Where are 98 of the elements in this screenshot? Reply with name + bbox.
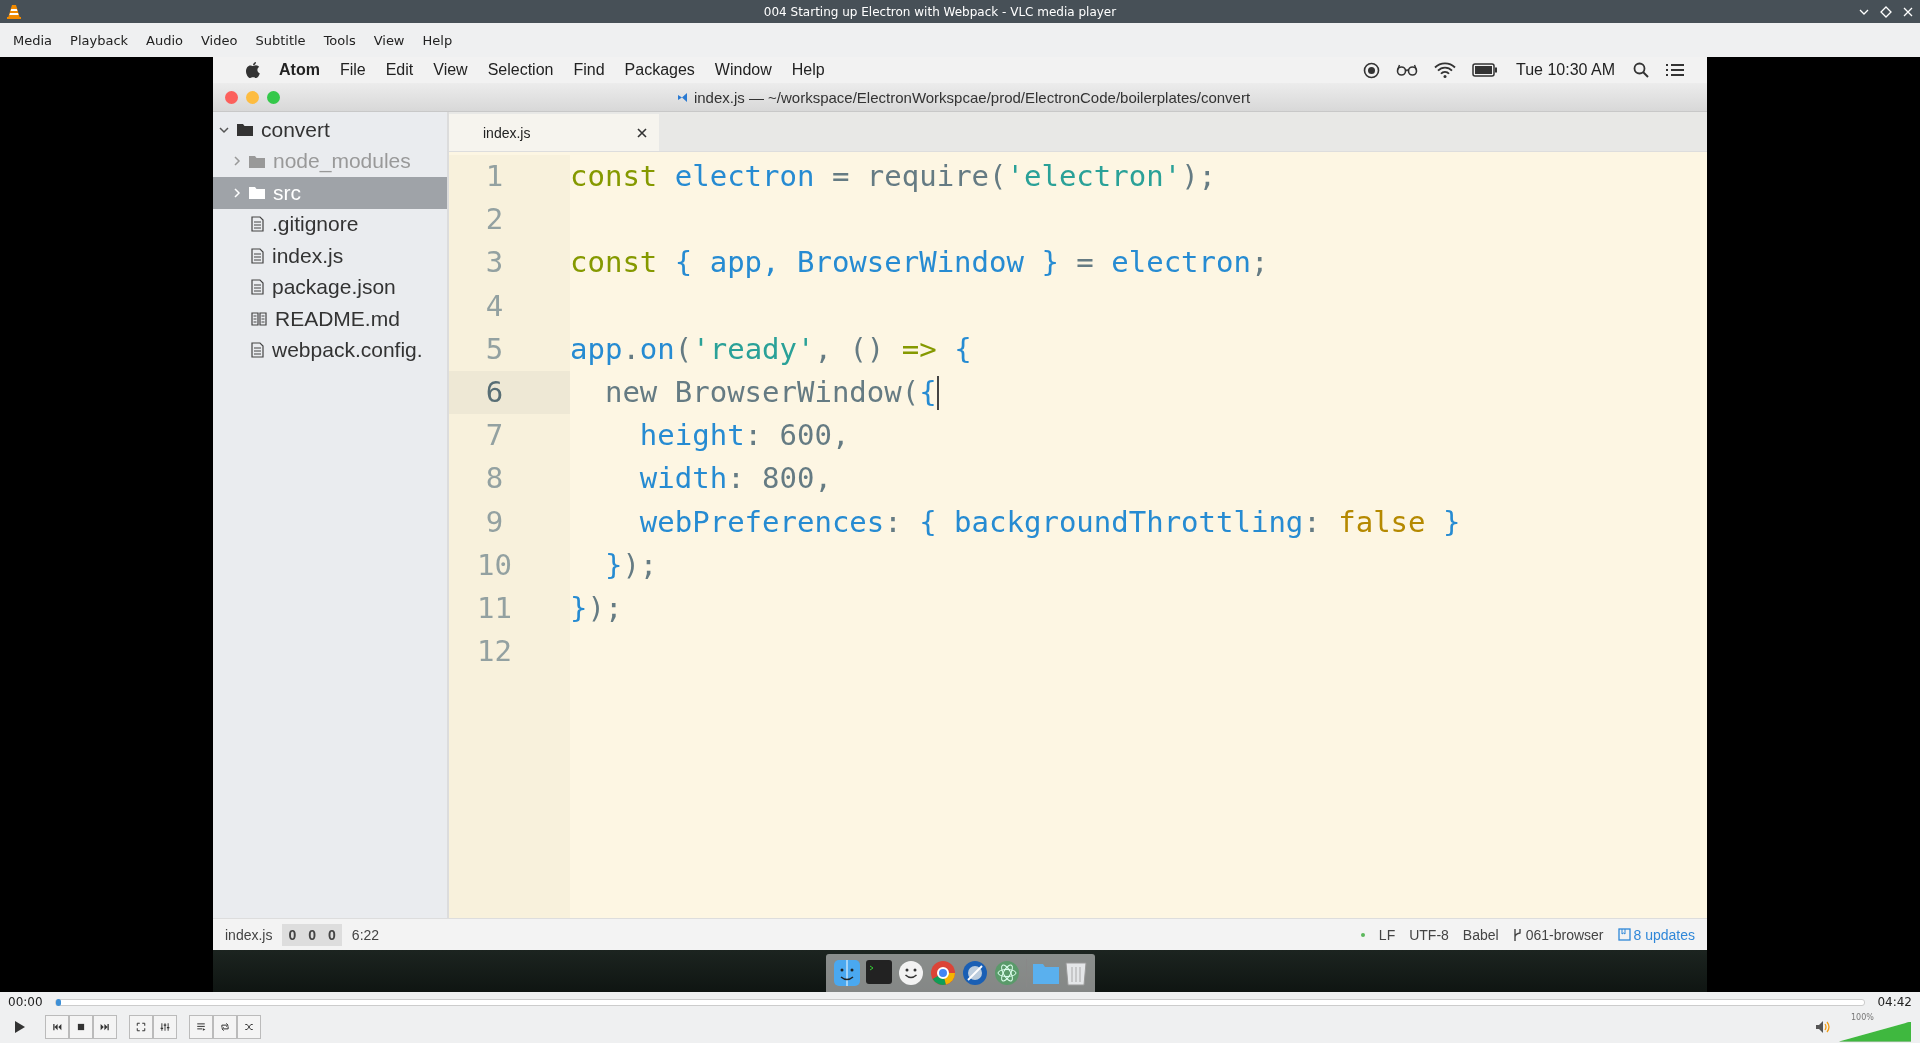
browser-wheel-icon[interactable] [929,960,956,986]
menu-item[interactable]: Window [704,61,782,79]
menu-item[interactable]: Subtitle [246,32,315,48]
line-number: 12 [476,633,513,671]
git-branch[interactable]: 061-browser [1512,926,1604,943]
code-line: }); [570,589,623,627]
folder-icon [249,154,265,168]
window-title: 004 Starting up Electron with Webpack - VLC media player [762,4,1118,19]
file-icon [251,247,264,264]
volume-reading: 100% [1851,1012,1874,1022]
line-number: 8 [484,460,505,498]
wifi-icon[interactable] [1433,62,1456,78]
branch-icon [1512,927,1522,942]
menu-item[interactable]: Edit [375,61,424,79]
vlc-cone-icon [6,3,22,20]
record-icon[interactable] [1362,61,1380,79]
code-line: }); [603,546,658,584]
list-icon[interactable] [1665,63,1685,77]
folder-icon [237,123,253,137]
problem-counts[interactable]: 0 0 0 [282,923,342,946]
search-icon[interactable] [1633,62,1649,78]
menu-item[interactable]: Media [4,32,62,48]
equalizer-button[interactable] [153,1015,177,1039]
code-line: const { app, BrowserWindow } = electron; [570,244,1269,282]
file-icon [251,342,264,359]
status-file-name[interactable]: index.js [225,926,273,943]
line-number: 5 [484,330,505,368]
code-line: app.on('ready', () => { [570,330,972,368]
chevron-down-icon[interactable] [219,124,229,135]
menu-item[interactable]: Help [781,61,835,79]
grammar[interactable]: Babel [1462,926,1499,943]
menu-item[interactable]: Help [413,32,462,48]
menu-item[interactable]: View [364,32,414,48]
smiling-face-app-icon[interactable] [833,960,860,986]
line-ending[interactable]: LF [1378,926,1396,943]
line-number: 3 [484,244,505,282]
smiley-icon[interactable] [897,960,924,986]
shuffle-button[interactable] [237,1015,261,1039]
total-time: 04:42 [1877,995,1912,1009]
menu-item[interactable]: Find [563,61,615,79]
folder-icon [249,186,265,200]
line-number: 7 [484,417,505,455]
battery-icon[interactable] [1471,63,1498,77]
apple-logo-icon [245,61,261,79]
file-icon [251,279,264,296]
close-icon[interactable] [637,127,647,138]
previous-button[interactable] [45,1015,69,1039]
file-icon [251,216,264,233]
code-line: height: 600, [638,417,850,455]
tree-item[interactable]: README.md [213,303,447,335]
line-number: 9 [484,503,505,541]
trash-icon[interactable] [1064,960,1087,986]
file-encoding[interactable]: UTF-8 [1409,926,1449,943]
code-line: const electron = require('electron'); [570,158,1217,195]
package-icon [1617,928,1631,941]
code-line: new BrowserWindow({ [603,373,937,411]
restore-icon[interactable] [1880,5,1892,18]
code-line: width: 800, [638,460,832,498]
stop-button[interactable] [69,1015,93,1039]
book-icon [251,311,267,326]
tree-item[interactable]: package.json [213,271,447,303]
code-file-icon [676,91,688,103]
line-number: 6 [449,370,570,415]
menu-item[interactable]: File [329,61,376,79]
line-number: 1 [484,158,505,195]
playlist-button[interactable] [189,1015,213,1039]
menu-item[interactable]: Selection [477,61,564,79]
tree-item[interactable]: webpack.config. [213,334,447,366]
glasses-icon[interactable] [1395,63,1418,77]
elapsed-time: 00:00 [8,995,43,1009]
globe-icon[interactable] [961,960,988,986]
menu-item[interactable]: Video [192,32,247,48]
next-button[interactable] [93,1015,117,1039]
line-number: 10 [476,546,513,584]
menu-item[interactable]: View [423,61,478,79]
loop-button[interactable] [213,1015,237,1039]
menu-item[interactable]: Atom [269,61,330,79]
status-dot [1360,932,1365,937]
window-title: index.js — ~/workspace/ElectronWorkspcae/prod/ElectronCode/boilerplates/convert [693,88,1251,106]
clock-text: Tue 10:30 AM [1514,61,1616,79]
tree-item[interactable]: .gitignore [213,208,447,240]
updates-link[interactable]: 8 updates [1617,926,1695,943]
menu-item[interactable]: Audio [137,32,192,48]
menu-item[interactable]: Tools [314,32,365,48]
cursor-position[interactable]: 6:22 [351,926,380,943]
folder-name[interactable]: convert [261,117,330,142]
terminal-icon[interactable] [865,960,892,986]
speaker-icon[interactable] [1815,1019,1831,1035]
line-number: 11 [476,589,513,627]
line-number: 4 [484,287,505,325]
code-line: webPreferences: { backgroundThrottling: false } [638,503,1461,541]
atom-icon[interactable] [993,960,1020,986]
editor-tab[interactable]: index.js [449,114,659,151]
menu-item[interactable]: Packages [614,61,705,79]
menu-item[interactable]: Playback [61,32,138,48]
tree-item[interactable]: index.js [213,240,447,272]
line-number: 2 [484,201,505,239]
fullscreen-button[interactable] [129,1015,153,1039]
